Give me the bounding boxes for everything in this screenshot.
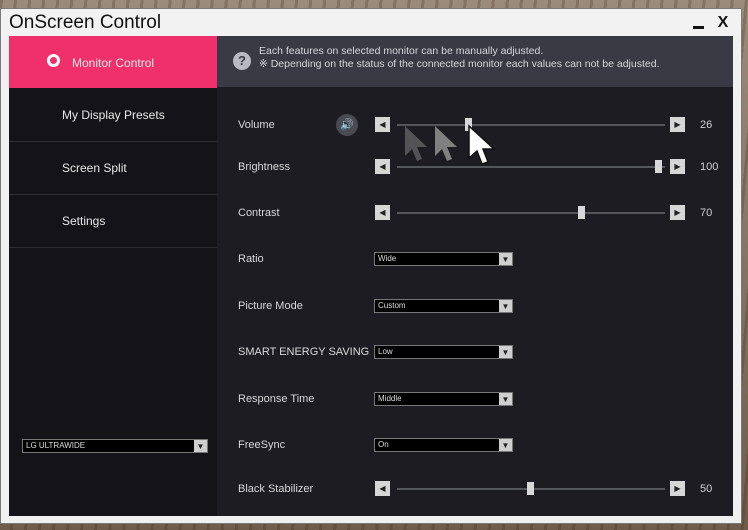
brightness-increase-button[interactable]: ▶ — [670, 159, 685, 174]
right-arrow-icon: ▶ — [674, 162, 681, 171]
black-stabilizer-slider-thumb[interactable] — [527, 482, 534, 495]
monitor-select-value: LG ULTRAWIDE — [26, 441, 86, 450]
sidebar-item-my-display-presets[interactable]: My Display Presets — [9, 89, 217, 142]
sidebar-item-settings[interactable]: Settings — [9, 195, 217, 248]
sidebar-item-label: Settings — [62, 214, 106, 228]
minimize-button[interactable] — [689, 14, 709, 32]
brightness-slider-thumb[interactable] — [655, 160, 662, 173]
black-stabilizer-label: Black Stabilizer — [238, 483, 314, 495]
left-arrow-icon: ◀ — [379, 484, 386, 493]
chevron-down-icon: ▼ — [499, 253, 512, 265]
volume-value: 26 — [700, 119, 713, 131]
right-arrow-icon: ▶ — [674, 484, 681, 493]
chevron-down-icon: ▼ — [499, 393, 512, 405]
left-arrow-icon: ◀ — [379, 120, 386, 129]
ratio-select[interactable]: Wide ▼ — [374, 252, 513, 266]
sidebar-item-label: Monitor Control — [72, 56, 155, 70]
minimize-icon — [693, 26, 704, 29]
smart-energy-saving-select[interactable]: Low ▼ — [374, 345, 513, 359]
freesync-select-value: On — [378, 440, 389, 449]
left-arrow-icon: ◀ — [379, 208, 386, 217]
speaker-icon[interactable]: 🔊 — [336, 114, 358, 136]
volume-label: Volume — [238, 119, 275, 131]
contrast-decrease-button[interactable]: ◀ — [375, 205, 390, 220]
app-content: Monitor Control My Display Presets Scree… — [9, 36, 733, 516]
mouse-cursor-icon — [468, 124, 496, 165]
black-stabilizer-decrease-button[interactable]: ◀ — [375, 481, 390, 496]
contrast-value: 70 — [700, 207, 713, 219]
right-arrow-icon: ▶ — [674, 120, 681, 129]
info-line-2: ※ Depending on the status of the connect… — [259, 58, 660, 70]
sidebar: Monitor Control My Display Presets Scree… — [9, 36, 217, 516]
app-window: OnScreen Control X Monitor Control My Di… — [0, 8, 742, 524]
help-icon: ? — [233, 52, 251, 70]
response-time-label: Response Time — [238, 393, 315, 405]
sidebar-item-screen-split[interactable]: Screen Split — [9, 142, 217, 195]
right-arrow-icon: ▶ — [674, 208, 681, 217]
freesync-label: FreeSync — [238, 439, 286, 451]
sidebar-item-label: Screen Split — [62, 161, 127, 175]
black-stabilizer-increase-button[interactable]: ▶ — [670, 481, 685, 496]
title-bar: OnScreen Control X — [1, 9, 741, 37]
picture-mode-select-value: Custom — [378, 301, 406, 310]
chevron-down-icon: ▼ — [499, 439, 512, 451]
volume-increase-button[interactable]: ▶ — [670, 117, 685, 132]
contrast-increase-button[interactable]: ▶ — [670, 205, 685, 220]
sidebar-item-monitor-control[interactable]: Monitor Control — [9, 36, 217, 88]
brightness-label: Brightness — [238, 161, 290, 173]
freesync-select[interactable]: On ▼ — [374, 438, 513, 452]
chevron-down-icon: ▼ — [499, 300, 512, 312]
contrast-label: Contrast — [238, 207, 280, 219]
left-arrow-icon: ◀ — [379, 162, 386, 171]
contrast-slider-thumb[interactable] — [578, 206, 585, 219]
ratio-select-value: Wide — [378, 254, 397, 263]
picture-mode-select[interactable]: Custom ▼ — [374, 299, 513, 313]
black-stabilizer-value: 50 — [700, 483, 713, 495]
smart-energy-saving-select-value: Low — [378, 347, 393, 356]
info-bar: ? Each features on selected monitor can … — [217, 36, 733, 87]
chevron-down-icon: ▼ — [499, 346, 512, 358]
response-time-select-value: Middle — [378, 394, 402, 403]
close-button[interactable]: X — [713, 14, 733, 32]
info-line-1: Each features on selected monitor can be… — [259, 45, 544, 57]
window-title: OnScreen Control — [9, 12, 162, 33]
brightness-decrease-button[interactable]: ◀ — [375, 159, 390, 174]
smart-energy-saving-label: SMART ENERGY SAVING — [238, 346, 370, 358]
radio-selected-icon — [47, 54, 60, 67]
response-time-select[interactable]: Middle ▼ — [374, 392, 513, 406]
picture-mode-label: Picture Mode — [238, 300, 303, 312]
contrast-slider-track[interactable] — [397, 212, 665, 214]
chevron-down-icon: ▼ — [194, 440, 207, 452]
sidebar-item-label: My Display Presets — [62, 108, 165, 122]
brightness-value: 100 — [700, 161, 719, 173]
monitor-select[interactable]: LG ULTRAWIDE ▼ — [22, 439, 208, 453]
volume-decrease-button[interactable]: ◀ — [375, 117, 390, 132]
ratio-label: Ratio — [238, 253, 264, 265]
